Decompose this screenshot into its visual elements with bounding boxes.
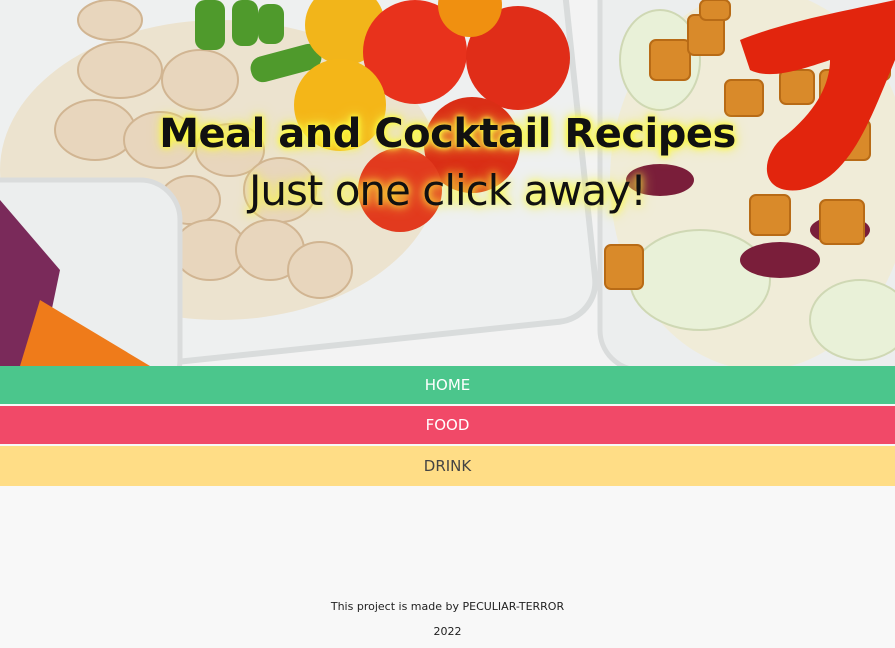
hero-title: Meal and Cocktail Recipes <box>159 111 736 157</box>
nav-item-food[interactable]: FOOD <box>0 406 895 444</box>
hero-banner: Meal and Cocktail Recipes Just one click… <box>0 0 895 366</box>
main-nav: HOME FOOD DRINK <box>0 366 895 486</box>
hero-text: Meal and Cocktail Recipes Just one click… <box>0 108 895 216</box>
hero-subtitle: Just one click away! <box>249 166 647 215</box>
nav-item-home[interactable]: HOME <box>0 366 895 404</box>
footer: This project is made by PECULIAR-TERROR … <box>0 598 895 648</box>
footer-year: 2022 <box>433 625 462 638</box>
footer-credit: This project is made by PECULIAR-TERROR <box>330 600 565 613</box>
nav-item-drink[interactable]: DRINK <box>0 446 895 486</box>
